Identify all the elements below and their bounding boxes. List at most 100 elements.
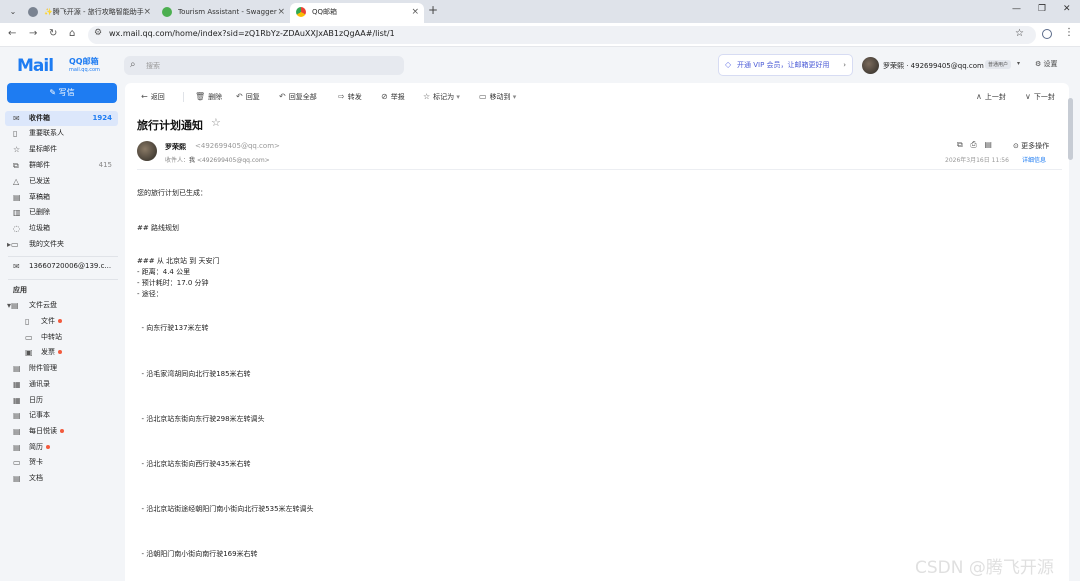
forward-icon[interactable]: → — [29, 28, 37, 39]
folder-move-icon: ▭ — [479, 92, 487, 101]
window-close-icon[interactable]: ✕ — [1063, 4, 1071, 14]
open-new-window-icon[interactable]: ⧉ — [957, 140, 963, 149]
home-icon[interactable]: ⌂ — [69, 28, 75, 39]
sidebar-item-sent[interactable]: △ 已发送 — [5, 174, 118, 189]
reply-button[interactable]: ↶ 回复 — [236, 92, 260, 102]
sidebar-item-resume[interactable]: ▤ 简历 — [5, 440, 118, 455]
sender-name[interactable]: 罗荣熙 — [165, 142, 186, 152]
card-icon: ▭ — [13, 458, 21, 467]
sidebar-item-daily-reading[interactable]: ▤ 每日悦读 — [5, 424, 118, 439]
report-button[interactable]: ⊘ 举报 — [381, 92, 405, 102]
back-button[interactable]: ← 返回 — [141, 92, 165, 102]
user-name[interactable]: 罗荣熙 · 492699405@qq.com — [883, 61, 984, 71]
settings-label: 设置 — [1043, 60, 1058, 68]
settings-button[interactable]: ⚙ 设置 — [1035, 59, 1058, 69]
recipient-address[interactable]: <492699405@qq.com> — [197, 157, 270, 164]
recipient-name[interactable]: 我 — [189, 157, 195, 164]
sidebar-item-label: 附件管理 — [29, 364, 57, 372]
reply-icon: ↶ — [236, 92, 243, 101]
bookmark-star-icon[interactable]: ☆ — [1015, 28, 1024, 39]
mail-header: Mail QQ邮箱 mail.qq.com ⌕ 搜索 ◇ 开通 VIP 会员，让… — [0, 47, 1080, 83]
star-icon: ☆ — [13, 145, 21, 154]
sidebar-item-cloud-disk[interactable]: ▾▤ 文件云盘 — [5, 298, 118, 313]
minimize-icon[interactable]: — — [1012, 4, 1021, 14]
next-mail-button[interactable]: ∨ 下一封 — [1025, 92, 1055, 102]
reading-icon: ▤ — [13, 427, 21, 436]
sidebar-item-starred[interactable]: ☆ 星标邮件 — [5, 142, 118, 157]
sidebar-item-label: 已发送 — [29, 177, 50, 185]
mail-logo[interactable]: Mail — [17, 56, 54, 76]
browser-tab-1[interactable]: ✨腾飞开源 - 旅行攻略智能助手 × — [22, 3, 156, 23]
print-icon[interactable]: ⎙ — [970, 140, 976, 149]
sidebar-item-label: 我的文件夹 — [29, 240, 64, 248]
avatar[interactable] — [862, 57, 879, 74]
restore-icon[interactable]: ❐ — [1038, 4, 1046, 14]
move-to-label: 移动到 — [489, 93, 511, 101]
body-line: - 沿北京站街途经朝阳门南小街向北行驶535米左转调头 — [137, 505, 314, 513]
gear-icon: ⚙ — [1035, 60, 1042, 68]
sidebar-item-inbox[interactable]: ✉ 收件箱 1924 — [5, 111, 118, 126]
divider — [183, 92, 184, 102]
sidebar-item-notepad[interactable]: ▤ 记事本 — [5, 408, 118, 423]
details-link[interactable]: 详细信息 — [1022, 155, 1046, 164]
globe-icon — [28, 7, 38, 17]
back-icon[interactable]: ← — [8, 28, 16, 39]
sidebar-item-invoice[interactable]: ▣ 发票 — [5, 345, 118, 360]
body-line: - 沿毛家湾胡同向北行驶185米右转 — [137, 370, 251, 378]
compose-button[interactable]: ✎ 写信 — [7, 83, 117, 103]
close-icon[interactable]: × — [411, 3, 419, 21]
more-actions-button[interactable]: ⊙ 更多操作 — [1013, 141, 1049, 151]
watermark-text: CSDN @腾飞开源 — [915, 558, 1054, 578]
browser-tab-3[interactable]: QQ邮箱 × — [290, 3, 424, 23]
reply-all-button[interactable]: ↶ 回复全部 — [279, 92, 317, 102]
url-text[interactable]: wx.mail.qq.com/home/index?sid=zQ1RbYz-ZD… — [109, 29, 395, 38]
sender-avatar[interactable] — [137, 141, 157, 161]
sidebar-item-my-folders[interactable]: ▸▭ 我的文件夹 — [5, 237, 118, 252]
tab-search-icon[interactable]: ⌄ — [6, 5, 20, 19]
scrollbar[interactable] — [1068, 98, 1073, 160]
browser-tab-2[interactable]: Tourism Assistant - Swagger × — [156, 3, 290, 23]
close-icon[interactable]: × — [143, 3, 151, 21]
file-icon: ▯ — [25, 317, 30, 326]
sender-address[interactable]: <492699405@qq.com> — [195, 142, 280, 150]
divider — [137, 169, 1062, 170]
close-icon[interactable]: × — [277, 3, 285, 21]
delete-button[interactable]: 🗑 删除 — [195, 92, 222, 102]
profile-icon[interactable] — [1042, 29, 1052, 39]
chevron-down-icon: ∨ — [1025, 92, 1031, 101]
sidebar-item-deleted[interactable]: ▥ 已删除 — [5, 205, 118, 220]
sidebar-item-spam[interactable]: ◌ 垃圾箱 — [5, 221, 118, 236]
reply-label: 回复 — [245, 93, 260, 101]
url-field[interactable]: ⚙ wx.mail.qq.com/home/index?sid=zQ1RbYz-… — [88, 26, 1036, 44]
sidebar-item-calendar[interactable]: ▦ 日历 — [5, 393, 118, 408]
mark-as-label: 标记为 — [433, 93, 455, 101]
contacts-icon: ▦ — [13, 380, 21, 389]
sidebar-item-files[interactable]: ▯ 文件 — [5, 314, 118, 329]
prev-mail-button[interactable]: ∧ 上一封 — [976, 92, 1006, 102]
sidebar-item-attachments[interactable]: ▤ 附件管理 — [5, 361, 118, 376]
star-icon[interactable]: ☆ — [211, 116, 221, 129]
vip-promo-button[interactable]: ◇ 开通 VIP 会员，让邮箱更好用 › — [718, 54, 853, 76]
new-tab-button[interactable]: + — [428, 3, 438, 17]
sidebar-item-account[interactable]: ✉ 13660720006@139.c... — [5, 259, 118, 274]
logo-domain: mail.qq.com — [69, 67, 100, 73]
forward-button[interactable]: ⇨ 转发 — [338, 92, 362, 102]
sidebar-item-transfer[interactable]: ▭ 中转站 — [5, 330, 118, 345]
chevron-right-icon: › — [843, 61, 846, 69]
sidebar-item-greeting-card[interactable]: ▭ 贺卡 — [5, 455, 118, 470]
site-info-icon[interactable]: ⚙ — [94, 28, 102, 38]
reload-icon[interactable]: ↻ — [49, 28, 57, 39]
sidebar-item-label: 文件云盘 — [29, 301, 57, 309]
sidebar-item-drafts[interactable]: ▤ 草稿箱 — [5, 190, 118, 205]
sidebar-item-group-mail[interactable]: ⧉ 群邮件 415 — [5, 158, 118, 173]
search-input[interactable]: ⌕ 搜索 — [124, 56, 404, 75]
browser-menu-icon[interactable]: ⋮ — [1064, 27, 1074, 38]
note-icon[interactable]: ▤ — [984, 140, 992, 149]
logo-subtitle: QQ邮箱 — [69, 57, 99, 66]
move-to-button[interactable]: ▭ 移动到 ▾ — [479, 92, 516, 102]
chevron-down-icon[interactable]: ▾ — [1017, 60, 1020, 67]
mark-as-button[interactable]: ☆ 标记为 ▾ — [423, 92, 460, 102]
sidebar-item-docs[interactable]: ▤ 文档 — [5, 471, 118, 486]
sidebar-item-contacts[interactable]: ▦ 通讯录 — [5, 377, 118, 392]
sidebar-item-vip-contacts[interactable]: ▯ 重要联系人 — [5, 126, 118, 141]
